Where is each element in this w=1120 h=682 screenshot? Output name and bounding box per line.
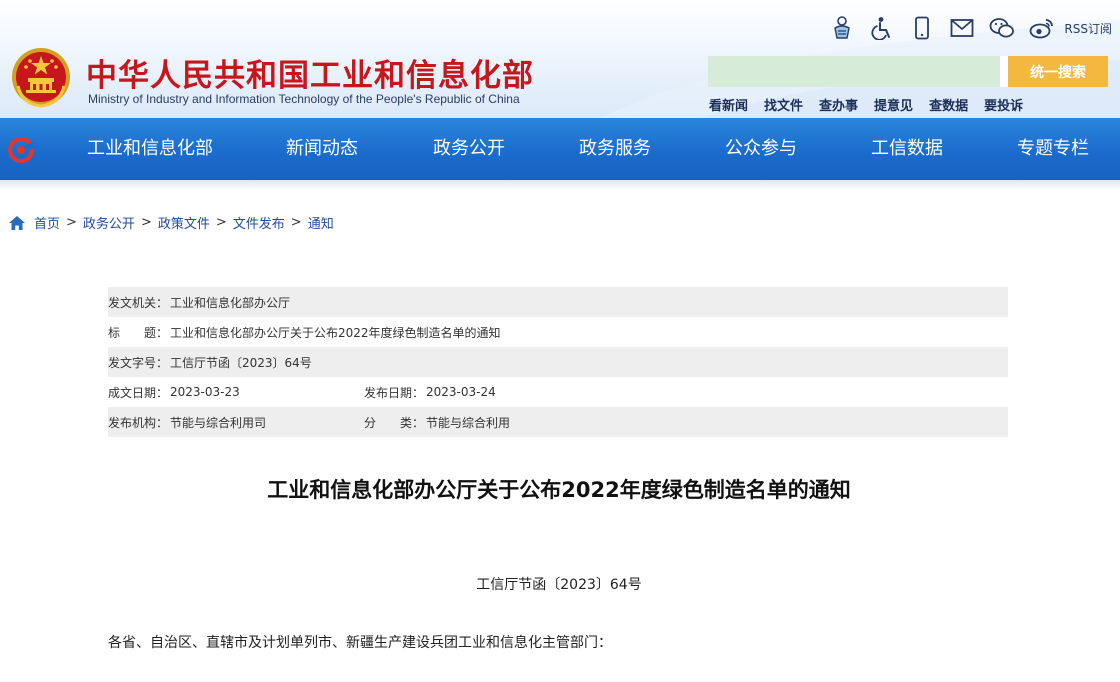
nav-item-news[interactable]: 新闻动态	[286, 118, 358, 180]
site-header: 中华人民共和国工业和信息化部 Ministry of Industry and …	[0, 0, 1120, 190]
meta-label-agency: 发布机构：	[108, 415, 169, 430]
quick-links: 看新闻 找文件 查办事 提意见 查数据 要投诉	[709, 95, 1039, 114]
breadcrumb-separator: >	[66, 215, 77, 230]
article-doc-number: 工信厅节函〔2023〕64号	[476, 577, 642, 593]
quick-link-news[interactable]: 看新闻	[709, 95, 748, 114]
meta-label-doc-number: 发文字号：	[108, 355, 169, 370]
search-button[interactable]: 统一搜索	[1008, 56, 1108, 87]
article-doc-number-wrap: 工信厅节函〔2023〕64号	[0, 574, 1120, 594]
mobile-icon[interactable]	[902, 14, 942, 42]
meta-label-published-date: 发布日期：	[364, 385, 425, 400]
nav-shadow	[0, 180, 1120, 190]
meta-label-category: 分 类：	[364, 415, 425, 430]
meta-row-dates: 成文日期： 2023-03-23 发布日期： 2023-03-24	[108, 377, 1008, 407]
elder-mode-icon[interactable]	[822, 14, 862, 42]
nav-item-special-topics[interactable]: 专题专栏	[1017, 118, 1089, 180]
breadcrumb-home[interactable]: 首页	[34, 213, 60, 232]
meta-label-title: 标 题：	[108, 325, 169, 340]
search-box: 统一搜索	[708, 56, 1108, 87]
quick-link-complaints[interactable]: 要投诉	[984, 95, 1023, 114]
breadcrumb-policy-files[interactable]: 政策文件	[158, 213, 210, 232]
accessibility-icon[interactable]	[862, 14, 902, 42]
nav-item-public-participation[interactable]: 公众参与	[725, 118, 797, 180]
article-title-wrap: 工业和信息化部办公厅关于公布2022年度绿色制造名单的通知	[0, 474, 1120, 504]
breadcrumb-separator: >	[290, 215, 302, 230]
meta-row-agency: 发布机构： 节能与综合利用司 分 类： 节能与综合利用	[108, 407, 1008, 437]
meta-label-written-date: 成文日期：	[108, 385, 169, 400]
meta-value-title: 工业和信息化部办公厅关于公布2022年度绿色制造名单的通知	[170, 325, 501, 340]
breadcrumb-notice[interactable]: 通知	[308, 213, 334, 232]
meta-value-doc-number: 工信厅节函〔2023〕64号	[170, 355, 312, 370]
breadcrumb: 首页 > 政务公开 > 政策文件 > 文件发布 > 通知	[8, 213, 334, 232]
search-divider	[1000, 56, 1008, 87]
meta-cell-agency: 发布机构： 节能与综合利用司	[108, 414, 364, 431]
home-icon[interactable]	[8, 215, 26, 231]
site-subtitle: Ministry of Industry and Information Tec…	[88, 92, 520, 106]
weibo-icon[interactable]	[1022, 14, 1062, 42]
quick-link-services[interactable]: 查办事	[819, 95, 858, 114]
site-title: 中华人民共和国工业和信息化部	[86, 58, 534, 94]
search-input[interactable]	[708, 56, 1000, 87]
meta-cell-published-date: 发布日期： 2023-03-24	[364, 384, 496, 401]
meta-value-issuer: 工业和信息化部办公厅	[170, 295, 291, 310]
document-meta-table: 发文机关： 工业和信息化部办公厅 标 题： 工业和信息化部办公厅关于公布2022…	[108, 287, 1008, 437]
meta-value-published-date: 2023-03-24	[426, 385, 496, 399]
article-salutation: 各省、自治区、直辖市及计划单列市、新疆生产建设兵团工业和信息化主管部门：	[108, 635, 612, 651]
meta-row-doc-number: 发文字号： 工信厅节函〔2023〕64号	[108, 347, 1008, 377]
meta-row-title: 标 题： 工业和信息化部办公厅关于公布2022年度绿色制造名单的通知	[108, 317, 1008, 347]
rss-subscribe-link[interactable]: RSS订阅	[1064, 20, 1112, 37]
header-tools: RSS订阅	[822, 14, 1112, 42]
meta-cell-category: 分 类： 节能与综合利用	[364, 414, 510, 431]
quick-link-data[interactable]: 查数据	[929, 95, 968, 114]
nav-item-gov-affairs[interactable]: 政务公开	[433, 118, 505, 180]
meta-value-agency: 节能与综合利用司	[170, 415, 267, 430]
quick-link-files[interactable]: 找文件	[764, 95, 803, 114]
meta-cell-written-date: 成文日期： 2023-03-23	[108, 384, 364, 401]
meta-value-category: 节能与综合利用	[426, 415, 511, 430]
breadcrumb-gov-affairs[interactable]: 政务公开	[83, 213, 135, 232]
meta-label-issuer: 发文机关：	[108, 295, 169, 310]
miit-logo-icon[interactable]	[6, 135, 36, 165]
national-emblem-icon	[12, 48, 70, 108]
nav-item-miit[interactable]: 工业和信息化部	[87, 118, 213, 180]
article-title: 工业和信息化部办公厅关于公布2022年度绿色制造名单的通知	[267, 478, 851, 502]
nav-item-data[interactable]: 工信数据	[871, 118, 943, 180]
nav-item-gov-services[interactable]: 政务服务	[579, 118, 651, 180]
meta-value-written-date: 2023-03-23	[170, 385, 240, 399]
breadcrumb-separator: >	[215, 215, 227, 230]
main-nav: 工业和信息化部 新闻动态 政务公开 政务服务 公众参与 工信数据 专题专栏	[0, 118, 1120, 180]
quick-link-feedback[interactable]: 提意见	[874, 95, 913, 114]
meta-row-issuer: 发文机关： 工业和信息化部办公厅	[108, 287, 1008, 317]
breadcrumb-file-release[interactable]: 文件发布	[233, 213, 285, 232]
wechat-icon[interactable]	[982, 14, 1022, 42]
breadcrumb-separator: >	[140, 215, 152, 230]
mail-icon[interactable]	[942, 14, 982, 42]
